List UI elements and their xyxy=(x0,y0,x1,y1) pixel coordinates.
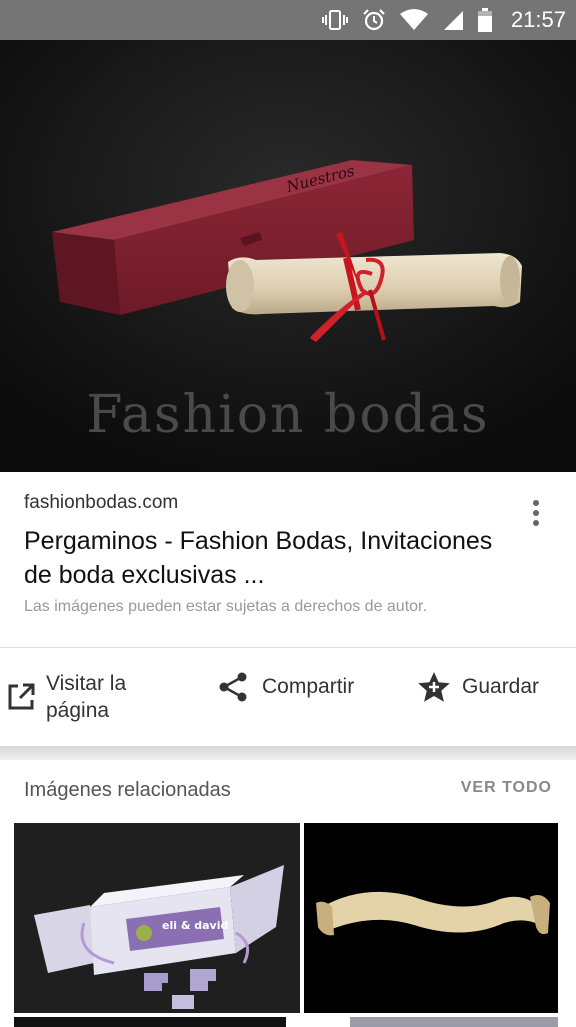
action-bar: Visitar la página Compartir Guardar xyxy=(0,648,576,746)
status-time: 21:57 xyxy=(510,7,566,32)
visit-page-button[interactable]: Visitar la página xyxy=(6,670,156,724)
share-button[interactable]: Compartir xyxy=(216,670,354,704)
thumb1-text: eli & david xyxy=(162,919,228,932)
section-separator xyxy=(0,746,576,760)
related-thumb-3[interactable] xyxy=(14,1017,286,1027)
watermark-text: Fashion bodas xyxy=(86,385,490,445)
hero-image[interactable]: Nuestros Fashion bodas xyxy=(0,40,576,472)
visit-page-label: Visitar la página xyxy=(46,672,127,722)
result-title[interactable]: Pergaminos - Fashion Bodas, Invitaciones… xyxy=(24,524,504,592)
related-images-section: Imágenes relacionadas VER TODO eli & dav… xyxy=(0,760,576,1027)
save-button[interactable]: Guardar xyxy=(416,670,539,704)
copyright-notice: Las imágenes pueden estar sujetas a dere… xyxy=(24,598,427,615)
related-thumb-candy-box[interactable]: eli & david xyxy=(14,823,300,1013)
related-thumb-4[interactable] xyxy=(350,1017,558,1027)
vibrate-icon xyxy=(322,10,348,30)
signal-icon xyxy=(444,11,463,30)
wifi-icon xyxy=(400,9,428,30)
result-info: fashionbodas.com Pergaminos - Fashion Bo… xyxy=(0,472,576,648)
save-label: Guardar xyxy=(462,675,540,698)
see-all-link[interactable]: VER TODO xyxy=(461,779,552,797)
parchment-banner-image xyxy=(304,823,558,1013)
share-icon xyxy=(219,672,247,702)
alarm-icon xyxy=(363,9,385,31)
open-external-icon xyxy=(8,683,35,710)
result-domain[interactable]: fashionbodas.com xyxy=(24,492,178,514)
battery-icon xyxy=(478,8,492,32)
status-bar: 21:57 xyxy=(0,0,576,40)
more-options-icon[interactable] xyxy=(524,496,548,532)
related-thumb-parchment-banner[interactable] xyxy=(304,823,558,1013)
candy-box-photo: eli & david xyxy=(14,823,300,1013)
share-label: Compartir xyxy=(262,675,355,698)
star-icon xyxy=(418,672,450,702)
related-heading: Imágenes relacionadas xyxy=(24,779,231,801)
